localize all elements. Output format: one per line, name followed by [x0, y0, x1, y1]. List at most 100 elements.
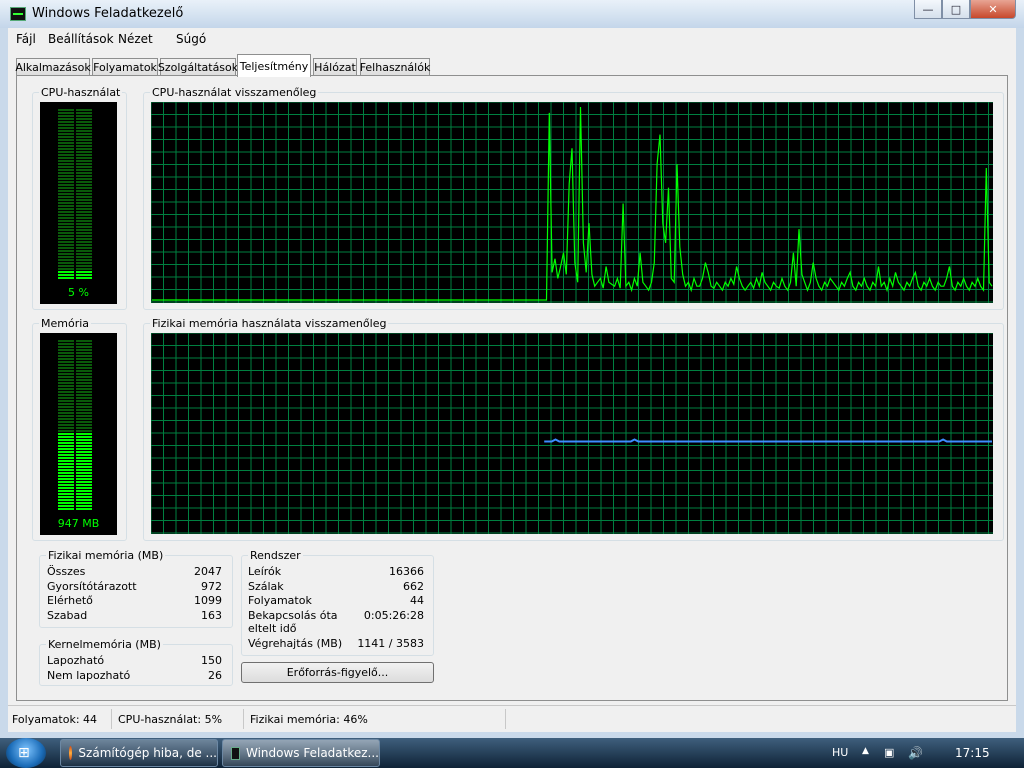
- minimize-button[interactable]: —: [914, 0, 942, 19]
- meter-segment: [58, 445, 74, 447]
- taskbar-item-task-manager[interactable]: Windows Feladatkez...: [222, 739, 380, 767]
- meter-segment: [76, 499, 92, 501]
- meter-segment: [58, 271, 74, 273]
- tab-networking[interactable]: Hálózat: [313, 58, 357, 76]
- title-bar[interactable]: Windows Feladatkezelő — □ ✕: [0, 0, 1024, 28]
- meter-segment: [76, 400, 92, 402]
- meter-segment: [76, 199, 92, 201]
- meter-segment: [76, 112, 92, 114]
- meter-segment: [76, 373, 92, 375]
- close-button[interactable]: ✕: [970, 0, 1016, 19]
- tab-services[interactable]: Szolgáltatások: [158, 58, 238, 76]
- memory-usage-line: [544, 438, 992, 443]
- meter-segment: [58, 346, 74, 348]
- maximize-icon: □: [950, 2, 962, 16]
- physical-memory-group: Fizikai memória (MB) Összes 2047 Gyorsít…: [39, 549, 233, 628]
- meter-segment: [76, 259, 92, 261]
- meter-segment: [58, 277, 74, 279]
- meter-segment: [76, 169, 92, 171]
- meter-segment: [58, 220, 74, 222]
- meter-segment: [58, 376, 74, 378]
- meter-segment: [58, 391, 74, 393]
- meter-segment: [58, 472, 74, 474]
- meter-segment: [76, 187, 92, 189]
- meter-segment: [76, 235, 92, 237]
- meter-segment: [76, 442, 92, 444]
- meter-segment: [76, 433, 92, 435]
- tab-processes[interactable]: Folyamatok: [92, 58, 158, 76]
- menu-view[interactable]: Nézet: [118, 32, 153, 46]
- tab-performance[interactable]: Teljesítmény: [237, 54, 311, 77]
- clock[interactable]: 17:15: [955, 746, 990, 760]
- meter-segment: [58, 451, 74, 453]
- show-hidden-icons-icon[interactable]: ▲: [862, 746, 869, 756]
- meter-segment: [76, 478, 92, 480]
- meter-segment: [58, 214, 74, 216]
- menu-file[interactable]: Fájl: [16, 32, 36, 46]
- meter-segment: [58, 475, 74, 477]
- window-title: Windows Feladatkezelő: [32, 6, 184, 21]
- meter-segment: [58, 247, 74, 249]
- meter-segment: [58, 199, 74, 201]
- language-indicator[interactable]: HU: [832, 746, 848, 759]
- meter-segment: [58, 439, 74, 441]
- meter-segment: [58, 181, 74, 183]
- meter-segment: [58, 115, 74, 117]
- network-icon[interactable]: ▣: [884, 746, 894, 759]
- taskbar-item-firefox[interactable]: Számítógép hiba, de ...: [60, 739, 218, 767]
- meter-segment: [58, 397, 74, 399]
- meter-segment: [76, 502, 92, 504]
- meter-segment: [76, 154, 92, 156]
- meter-segment: [76, 136, 92, 138]
- meter-segment: [76, 118, 92, 120]
- meter-segment: [58, 196, 74, 198]
- kernel-memory-label: Kernelmemória (MB): [46, 638, 163, 651]
- meter-segment: [58, 424, 74, 426]
- tab-users[interactable]: Felhasználók: [360, 58, 430, 76]
- meter-segment: [76, 385, 92, 387]
- task-manager-icon: [231, 746, 240, 760]
- meter-segment: [58, 490, 74, 492]
- meter-segment: [58, 460, 74, 462]
- system-processes-label: Folyamatok: [248, 594, 312, 607]
- meter-segment: [76, 133, 92, 135]
- cpu-meter-bars: [58, 109, 92, 279]
- meter-segment: [76, 376, 92, 378]
- menu-help[interactable]: Súgó: [176, 32, 206, 46]
- meter-segment: [58, 478, 74, 480]
- meter-segment: [76, 505, 92, 507]
- volume-icon[interactable]: 🔊: [908, 746, 923, 760]
- meter-segment: [76, 238, 92, 240]
- meter-segment: [76, 121, 92, 123]
- meter-segment: [58, 163, 74, 165]
- meter-segment: [76, 490, 92, 492]
- meter-segment: [58, 274, 74, 276]
- meter-segment: [58, 223, 74, 225]
- meter-segment: [76, 160, 92, 162]
- meter-segment: [76, 115, 92, 117]
- meter-segment: [58, 409, 74, 411]
- meter-segment: [76, 448, 92, 450]
- cpu-history-group: CPU-használat visszamenőleg: [143, 86, 1004, 310]
- menu-options[interactable]: Beállítások: [48, 32, 114, 46]
- resource-monitor-button[interactable]: Erőforrás-figyelő...: [241, 662, 434, 683]
- meter-segment: [58, 499, 74, 501]
- meter-segment: [76, 436, 92, 438]
- meter-segment: [76, 346, 92, 348]
- maximize-button[interactable]: □: [942, 0, 970, 19]
- memory-history-label: Fizikai memória használata visszamenőleg: [150, 317, 389, 330]
- meter-segment: [76, 487, 92, 489]
- meter-segment: [58, 370, 74, 372]
- meter-segment: [58, 415, 74, 417]
- meter-segment: [76, 343, 92, 345]
- tab-applications[interactable]: Alkalmazások: [15, 58, 91, 76]
- meter-segment: [76, 475, 92, 477]
- meter-segment: [76, 256, 92, 258]
- memory-history-group: Fizikai memória használata visszamenőleg: [143, 317, 1004, 541]
- start-button[interactable]: ⊞: [6, 738, 46, 768]
- meter-segment: [58, 388, 74, 390]
- meter-segment: [58, 238, 74, 240]
- meter-segment: [76, 439, 92, 441]
- meter-segment: [58, 265, 74, 267]
- system-threads-label: Szálak: [248, 580, 284, 593]
